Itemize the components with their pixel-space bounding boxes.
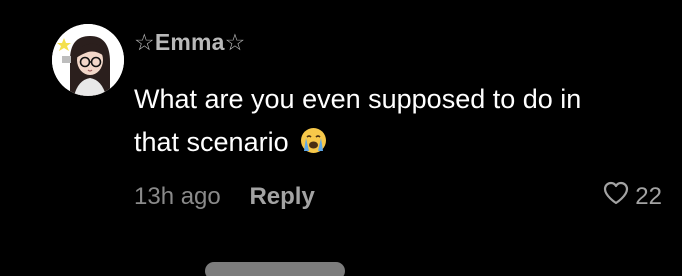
like-button[interactable]: 22 [603, 181, 662, 213]
comment-item: ☆Emma☆ What are you even supposed to do … [0, 0, 682, 276]
comment-text-body: What are you even supposed to do in that… [134, 84, 582, 157]
comment-meta: 13h ago Reply [134, 181, 315, 213]
username[interactable]: ☆Emma☆ [134, 27, 245, 57]
heart-outline-icon [603, 181, 629, 214]
next-comment-cut-off [205, 256, 345, 276]
like-count: 22 [635, 183, 662, 210]
avatar-image [52, 24, 124, 96]
timestamp: 13h ago [134, 183, 221, 210]
reply-button[interactable]: Reply [249, 183, 314, 210]
avatar[interactable] [52, 24, 124, 96]
comment-text: What are you even supposed to do in that… [134, 78, 594, 164]
loudly-crying-face-icon [300, 124, 327, 153]
